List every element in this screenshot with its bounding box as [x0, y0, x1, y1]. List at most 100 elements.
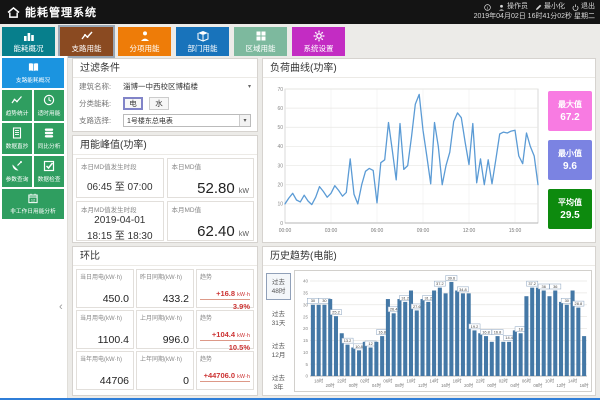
- tab-branch-energy[interactable]: 支路用能: [58, 25, 115, 58]
- tab-department-energy[interactable]: 部门用能: [176, 27, 229, 56]
- tab-system-settings[interactable]: 系统设置: [292, 27, 345, 56]
- tab-label: 系统设置: [303, 43, 334, 53]
- ring-trend-cell: 趋势 +44706.0 kW·h: [196, 351, 254, 390]
- svg-text:37.2: 37.2: [436, 281, 444, 286]
- cell-value: 0: [183, 375, 189, 387]
- database-icon: [44, 128, 54, 138]
- branch-label: 支路选择:: [79, 116, 112, 125]
- history-range-tabs: 过去 48时 过去 31天 过去 12月 过去 3年: [266, 273, 291, 396]
- sidebar-item-yoy-analysis[interactable]: 同比分析: [34, 123, 64, 154]
- svg-text:31.2: 31.2: [401, 295, 409, 300]
- tab-label: 能耗概况: [13, 43, 44, 53]
- branch-select-value: 1号楼东总电表: [127, 117, 173, 125]
- branch-select[interactable]: 1号楼东总电表 ▾: [123, 114, 251, 127]
- building-label: 建筑名称:: [79, 82, 112, 91]
- category-water-button[interactable]: 水: [149, 97, 169, 110]
- datetime: 2019年04月02日 16时41分02秒 星期二: [473, 13, 595, 20]
- min-badge: 最小值 9.6: [548, 140, 592, 180]
- cell-unit: kW: [238, 231, 249, 238]
- trend-unit: kW·h: [237, 374, 250, 380]
- person-icon: [140, 30, 149, 41]
- cell-label: 本月MD值: [171, 207, 202, 214]
- user-menu[interactable]: 操作员: [498, 2, 528, 12]
- sidebar-item-trend-stats[interactable]: 趋势统计: [2, 90, 32, 121]
- ring-cell: 当年用电(kW·h) 44706: [76, 351, 134, 390]
- cell-label: 上年同期(kW·h): [140, 357, 182, 363]
- filter-panel: 过滤条件 建筑名称: 淄博一中西校区博植楼 ▾ 分类能耗: 电 水 支路选择: …: [72, 58, 258, 132]
- svg-text:i: i: [487, 5, 488, 10]
- tab-category-energy[interactable]: 分项用能: [118, 27, 171, 56]
- cell-label: 上月同期(kW·h): [140, 316, 182, 322]
- load-curve-title: 负荷曲线(功率): [263, 59, 595, 78]
- cell-value: 06:45 至 07:00: [86, 182, 153, 193]
- energy-management-app: 能耗管理系统 i 操作员 最小化 退出 2019年04月02日 16时41分02…: [0, 0, 600, 400]
- svg-text:16.8: 16.8: [482, 330, 490, 335]
- svg-text:18: 18: [518, 327, 522, 332]
- trend-unit: kW·h: [237, 333, 250, 339]
- range-tab-12m[interactable]: 过去 12月: [266, 337, 291, 364]
- sidebar-item-data-reading[interactable]: 数据直抄: [2, 123, 32, 154]
- sidebar-item-branch-overview[interactable]: 支路能耗概况: [2, 58, 64, 88]
- svg-text:15:00: 15:00: [509, 228, 522, 234]
- svg-text:5: 5: [305, 362, 308, 367]
- ring-panel-title: 环比: [73, 247, 257, 266]
- history-trend-panel: 历史趋势(电能) 过去 48时 过去 31天 过去 12月 过去 3年 0 5 10 15 20…: [262, 246, 596, 396]
- sidebar-item-label: 数据检查: [37, 177, 61, 183]
- sidebar-item-realtime-energy[interactable]: 适时用能: [34, 90, 64, 121]
- svg-text:10: 10: [277, 202, 283, 208]
- badge-label: 最小值: [558, 149, 582, 158]
- history-trend-title: 历史趋势(电能): [263, 247, 595, 266]
- today-md-period-cell: 本日MD值发生时段 06:45 至 07:00: [76, 158, 164, 198]
- box-icon: [197, 30, 208, 42]
- peak-panel: 用能峰值(功率) 本日MD值发生时段 06:45 至 07:00 本日MD值 5…: [72, 135, 258, 243]
- ring-cell: 上年同期(kW·h) 0: [136, 351, 194, 390]
- cell-label: 趋势: [200, 357, 213, 363]
- ring-comparison-panel: 环比 当日用电(kW·h) 450.0 昨日同期(kW·h) 433.2 趋势 +16…: [72, 246, 258, 396]
- svg-text:50: 50: [277, 125, 283, 131]
- cell-label: 本日MD值: [171, 164, 202, 171]
- cell-label: 昨日同期(kW·h): [140, 275, 182, 281]
- tab-label: 支路用能: [71, 43, 102, 53]
- tab-label: 分项用能: [129, 43, 160, 53]
- topbar: 能耗管理系统 i 操作员 最小化 退出 2019年04月02日 16时41分02…: [0, 0, 600, 24]
- range-tab-31d[interactable]: 过去 31天: [266, 305, 291, 332]
- range-tab-48h[interactable]: 过去 48时: [266, 273, 291, 300]
- svg-text:10.8: 10.8: [355, 344, 363, 349]
- svg-text:16时: 16时: [441, 382, 451, 388]
- logout-button[interactable]: 退出: [572, 2, 595, 12]
- grid-icon: [256, 31, 265, 40]
- svg-text:04时: 04时: [510, 382, 520, 388]
- svg-text:00:00: 00:00: [279, 228, 292, 234]
- building-value[interactable]: 淄博一中西校区博植楼: [123, 81, 248, 92]
- sidebar-collapse-chevron-left-icon[interactable]: ‹: [59, 302, 63, 313]
- svg-text:30: 30: [277, 163, 283, 169]
- cell-label: 本日MD值发生时段: [81, 164, 137, 171]
- user-icon: [498, 4, 505, 11]
- avg-badge: 平均值 29.5: [548, 189, 592, 229]
- range-tab-line1: 过去: [272, 278, 285, 286]
- caret-down-icon[interactable]: ▾: [248, 83, 251, 90]
- svg-text:22时: 22时: [337, 378, 347, 384]
- tab-energy-overview[interactable]: 能耗概况: [2, 27, 55, 56]
- svg-text:08时: 08时: [395, 382, 405, 388]
- svg-text:18时: 18时: [453, 378, 463, 384]
- sidebar-item-parameter-query[interactable]: 参数查询: [2, 156, 32, 187]
- sidebar-item-data-check[interactable]: 数据检查: [34, 156, 64, 187]
- badge-value: 29.5: [560, 210, 580, 221]
- trend-unit: kW·h: [237, 292, 250, 298]
- svg-text:22时: 22时: [476, 378, 486, 384]
- svg-text:40: 40: [277, 144, 283, 150]
- range-tab-3y[interactable]: 过去 3年: [266, 369, 291, 396]
- home-icon[interactable]: [7, 6, 20, 18]
- svg-text:12: 12: [368, 341, 372, 346]
- ring-cell: 昨日同期(kW·h) 433.2: [136, 269, 194, 308]
- sidebar-item-nonworkday-analysis[interactable]: 12 非工作日用能分析: [2, 189, 64, 219]
- minimize-button[interactable]: 最小化: [535, 2, 565, 12]
- info-button[interactable]: i: [484, 3, 491, 11]
- svg-text:10: 10: [303, 350, 309, 355]
- caret-down-icon[interactable]: ▾: [239, 115, 250, 126]
- range-tab-line2: 31天: [271, 319, 286, 327]
- svg-text:60: 60: [277, 106, 283, 112]
- tab-area-energy[interactable]: 区域用能: [234, 27, 287, 56]
- category-electric-button[interactable]: 电: [123, 97, 143, 110]
